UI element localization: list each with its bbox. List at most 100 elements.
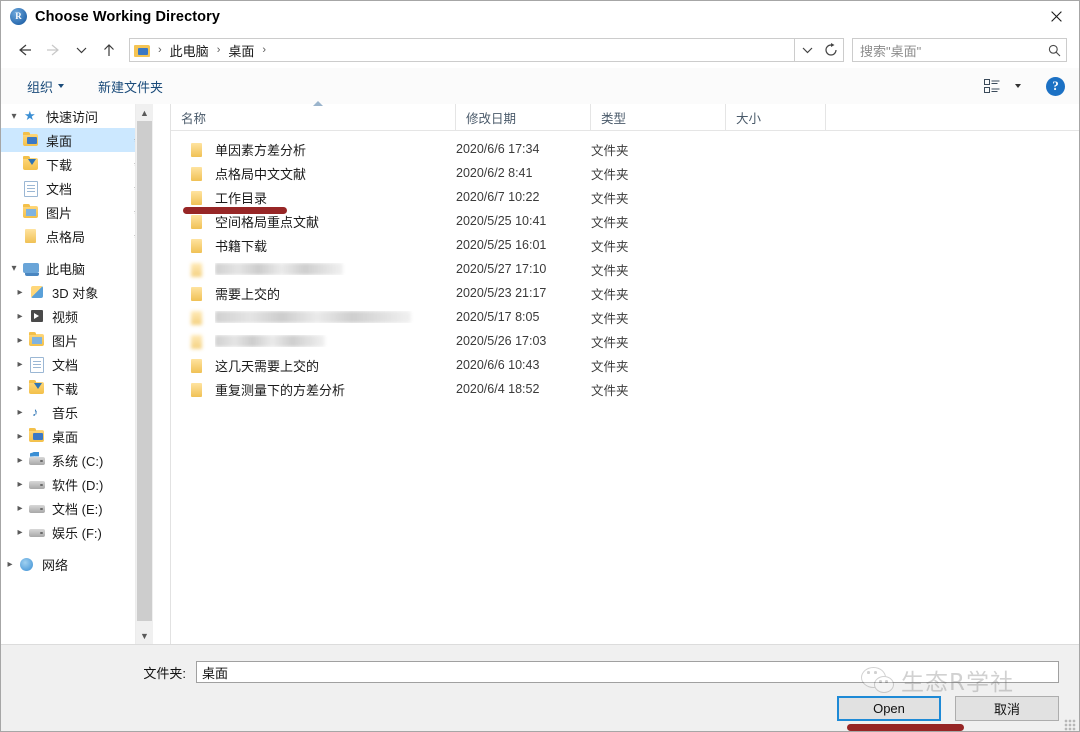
chevron-right-icon[interactable]: ▸ <box>11 335 29 346</box>
table-row[interactable]: 空间格局重点文献 2020/5/25 10:41 文件夹 <box>171 209 1079 233</box>
table-row[interactable]: 重复测量下的方差分析 2020/6/4 18:52 文件夹 <box>171 377 1079 401</box>
sidebar-item-documents[interactable]: ▸ 文档 <box>1 352 153 376</box>
sidebar-item-label: 桌面 <box>52 429 79 445</box>
chevron-right-icon[interactable]: ▸ <box>11 287 29 298</box>
sidebar-group-network[interactable]: ▸ 网络 <box>1 552 153 576</box>
sidebar-item-music[interactable]: ▸ ♪ 音乐 <box>1 400 153 424</box>
chevron-down-icon[interactable]: ▾ <box>5 263 23 274</box>
sidebar-item-dianjuju[interactable]: 点格局 <box>1 224 153 248</box>
sidebar-group-this-pc[interactable]: ▾ 此电脑 <box>1 256 153 280</box>
folder-input-value: 桌面 <box>202 665 229 681</box>
sidebar-item-desktop[interactable]: ▸ 桌面 <box>1 424 153 448</box>
up-arrow-icon[interactable] <box>95 36 123 64</box>
address-dropdown-chevron-down-icon[interactable] <box>795 37 819 63</box>
downloads-folder-icon <box>29 380 46 396</box>
chevron-right-icon[interactable]: ▸ <box>1 559 19 570</box>
chevron-right-icon[interactable]: ▸ <box>11 431 29 442</box>
list-view-icon[interactable] <box>978 74 1006 98</box>
chevron-down-icon[interactable]: ▼ <box>136 627 153 644</box>
chevron-right-icon[interactable]: ▸ <box>11 503 29 514</box>
sidebar-item-drive-e[interactable]: ▸ 文档 (E:) <box>1 496 153 520</box>
folder-input[interactable]: 桌面 <box>196 661 1059 683</box>
table-row-redacted[interactable]: 2020/5/27 17:10 文件夹 <box>171 257 1079 281</box>
table-row[interactable]: 书籍下载 2020/5/25 16:01 文件夹 <box>171 233 1079 257</box>
sidebar-item-drive-c[interactable]: ▸ 系统 (C:) <box>1 448 153 472</box>
table-row[interactable]: 需要上交的 2020/5/23 21:17 文件夹 <box>171 281 1079 305</box>
table-row[interactable]: 点格局中文文献 2020/6/2 8:41 文件夹 <box>171 161 1079 185</box>
sidebar-item-drive-d[interactable]: ▸ 软件 (D:) <box>1 472 153 496</box>
title-bar: R Choose Working Directory <box>1 1 1079 32</box>
sidebar-item-label: 视频 <box>52 309 79 325</box>
open-button[interactable]: Open <box>837 696 941 721</box>
system-drive-icon <box>29 452 46 468</box>
sidebar-item-label: 文档 (E:) <box>52 501 103 517</box>
back-arrow-icon[interactable] <box>11 36 39 64</box>
table-row-redacted[interactable]: 2020/5/17 8:05 文件夹 <box>171 305 1079 329</box>
chevron-right-icon[interactable]: ▸ <box>11 527 29 538</box>
column-header-date[interactable]: 修改日期 <box>456 104 591 130</box>
file-date: 2020/5/27 17:10 <box>456 262 547 276</box>
star-icon: ★ <box>24 108 36 123</box>
sidebar-item-3d-objects[interactable]: ▸ 3D 对象 <box>1 280 153 304</box>
chevron-right-icon[interactable]: ▸ <box>11 311 29 322</box>
new-folder-label: 新建文件夹 <box>98 79 164 95</box>
sidebar-item-pictures[interactable]: ▸ 图片 <box>1 328 153 352</box>
sidebar-item-pictures[interactable]: 图片 <box>1 200 153 224</box>
column-header-size[interactable]: 大小 <box>726 104 826 130</box>
cancel-button[interactable]: 取消 <box>955 696 1059 721</box>
help-icon[interactable]: ? <box>1046 76 1065 96</box>
column-header-type[interactable]: 类型 <box>591 104 726 130</box>
refresh-icon[interactable] <box>819 37 843 63</box>
folder-icon <box>189 334 205 349</box>
sidebar-group-label: 此电脑 <box>46 261 86 277</box>
sidebar-item-label: 文档 <box>52 357 79 373</box>
sidebar-item-videos[interactable]: ▸ 视频 <box>1 304 153 328</box>
drive-icon <box>29 476 46 492</box>
resize-grip[interactable] <box>1064 719 1076 731</box>
close-icon[interactable] <box>1033 1 1079 32</box>
desktop-folder-icon <box>23 132 40 148</box>
breadcrumb-item-desktop[interactable]: 桌面 <box>226 39 256 62</box>
file-date: 2020/5/26 17:03 <box>456 334 547 348</box>
table-row[interactable]: 这几天需要上交的 2020/6/6 10:43 文件夹 <box>171 353 1079 377</box>
table-row-redacted[interactable]: 2020/5/26 17:03 文件夹 <box>171 329 1079 353</box>
sidebar-item-downloads[interactable]: 下载 <box>1 152 153 176</box>
sidebar-group-quick-access[interactable]: ▾ ★ 快速访问 <box>1 104 153 128</box>
chevron-right-icon[interactable]: ▸ <box>11 383 29 394</box>
chevron-right-icon[interactable]: ▸ <box>11 455 29 466</box>
file-type: 文件夹 <box>591 359 629 374</box>
chevron-right-icon[interactable]: ▸ <box>11 359 29 370</box>
view-options-chevron-down-icon[interactable] <box>1008 74 1028 98</box>
chevron-right-icon[interactable]: ▸ <box>11 407 29 418</box>
command-bar-right: ? <box>978 74 1079 98</box>
sidebar-item-documents[interactable]: 文档 <box>1 176 153 200</box>
drive-icon <box>29 500 46 516</box>
dialog-footer: 文件夹: 桌面 Open 取消 <box>1 644 1079 731</box>
breadcrumb[interactable]: › 此电脑 › 桌面 › <box>129 38 795 62</box>
table-row[interactable]: 单因素方差分析 2020/6/6 17:34 文件夹 <box>171 137 1079 161</box>
desktop-folder-icon <box>134 43 150 57</box>
file-name: 书籍下载 <box>215 238 268 254</box>
sidebar-item-label: 音乐 <box>52 405 79 421</box>
search-input[interactable]: 搜索"桌面" <box>852 38 1067 62</box>
file-name: 这几天需要上交的 <box>215 358 320 374</box>
chevron-down-icon[interactable]: ▾ <box>5 111 23 122</box>
sidebar-item-label: 图片 <box>52 333 79 349</box>
column-header-name[interactable]: 名称 <box>171 101 456 130</box>
sidebar-item-drive-f[interactable]: ▸ 娱乐 (F:) <box>1 520 153 544</box>
new-folder-button[interactable]: 新建文件夹 <box>90 73 171 100</box>
table-row-work-directory[interactable]: 工作目录 2020/6/7 10:22 文件夹 <box>171 185 1079 209</box>
sidebar-item-desktop[interactable]: 桌面 <box>1 128 153 152</box>
navigation-pane: ▾ ★ 快速访问 桌面 下载 文档 图片 点格局 ▾ 此电脑 ▸ 3D 对象 ▸… <box>1 104 153 644</box>
column-headers: 名称 修改日期 类型 大小 <box>171 101 1079 131</box>
scrollbar-thumb[interactable] <box>137 121 152 621</box>
folder-field-row: 文件夹: 桌面 <box>1 661 1079 683</box>
sidebar-item-downloads[interactable]: ▸ 下载 <box>1 376 153 400</box>
sidebar-scrollbar[interactable]: ▲ ▼ <box>135 104 153 644</box>
recent-locations-chevron-down-icon[interactable] <box>67 36 95 64</box>
organize-button[interactable]: 组织 <box>19 73 72 100</box>
file-name-redacted <box>215 311 456 323</box>
chevron-right-icon[interactable]: ▸ <box>11 479 29 490</box>
chevron-up-icon[interactable]: ▲ <box>136 104 153 121</box>
breadcrumb-item-this-pc[interactable]: 此电脑 <box>168 39 211 62</box>
